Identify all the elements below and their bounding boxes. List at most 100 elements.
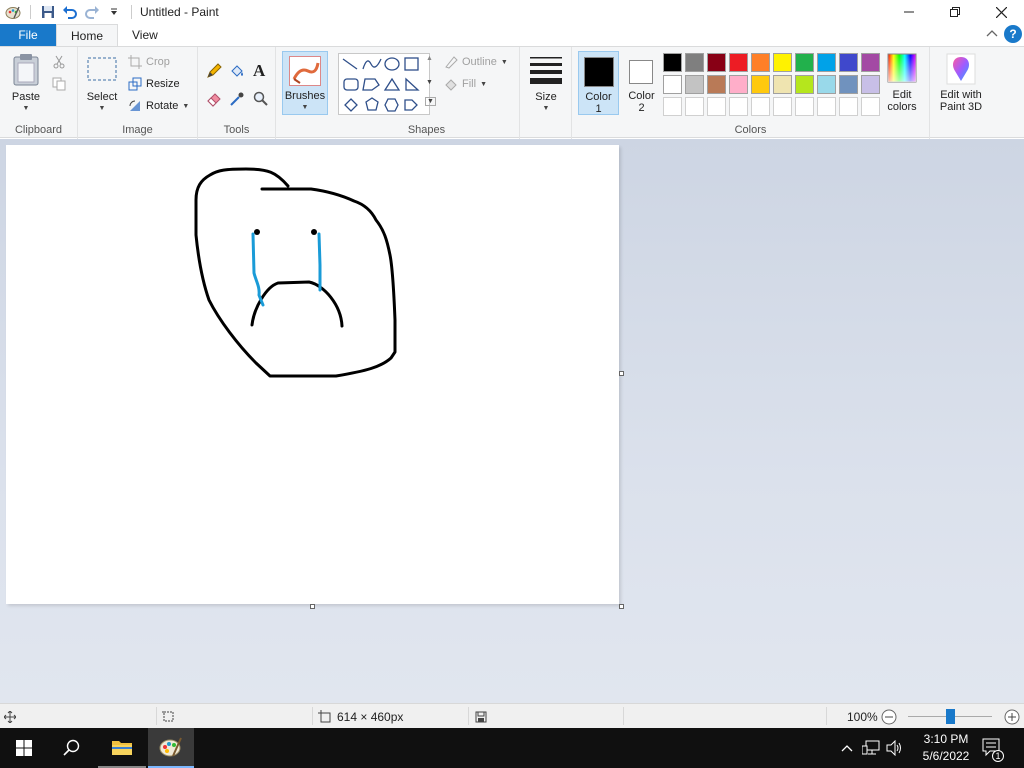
- custom-color-slot[interactable]: [795, 97, 814, 116]
- fill-label: Fill: [462, 78, 477, 90]
- zoom-out-button[interactable]: [881, 704, 897, 729]
- image-size-icon: [318, 710, 331, 723]
- custom-color-slot[interactable]: [729, 97, 748, 116]
- palette-color-swatch[interactable]: [817, 53, 836, 72]
- palette-color-swatch[interactable]: [839, 53, 858, 72]
- file-explorer-button[interactable]: [98, 728, 146, 768]
- color1-button[interactable]: Color 1: [578, 51, 619, 115]
- system-clock[interactable]: 3:10 PM 5/6/2022: [914, 731, 978, 765]
- minimize-button[interactable]: [886, 0, 932, 24]
- file-size: [475, 704, 487, 729]
- undo-icon[interactable]: [59, 1, 81, 23]
- shapes-scroll-down-icon[interactable]: ▼: [426, 79, 433, 86]
- palette-color-swatch[interactable]: [707, 75, 726, 94]
- color-picker-icon[interactable]: [229, 91, 245, 110]
- select-icon: [87, 57, 117, 81]
- custom-color-slot[interactable]: [839, 97, 858, 116]
- resize-handle-right[interactable]: [619, 371, 624, 376]
- search-icon: [63, 739, 80, 756]
- chevron-down-icon: ▼: [500, 58, 508, 66]
- shapes-expand-icon[interactable]: ▼: [425, 97, 436, 106]
- network-icon[interactable]: [860, 728, 882, 768]
- drawing-canvas[interactable]: [6, 145, 619, 604]
- select-button[interactable]: Select ▼: [82, 55, 122, 115]
- colors-group: Color 1 Color 2 Edit colors Colors: [572, 47, 930, 139]
- zoom-in-button[interactable]: [1004, 704, 1020, 729]
- custom-color-slot[interactable]: [685, 97, 704, 116]
- custom-color-slot[interactable]: [663, 97, 682, 116]
- color2-button[interactable]: Color 2: [621, 51, 662, 115]
- shapes-gallery[interactable]: [338, 53, 430, 115]
- window-title: Untitled - Paint: [140, 5, 219, 19]
- redo-icon[interactable]: [81, 1, 103, 23]
- show-hidden-icons-button[interactable]: [838, 728, 856, 768]
- palette-color-swatch[interactable]: [729, 53, 748, 72]
- palette-color-swatch[interactable]: [663, 75, 682, 94]
- chevron-down-icon: ▼: [542, 105, 550, 112]
- paste-button[interactable]: Paste ▼: [6, 53, 46, 115]
- paint3d-icon: [946, 53, 976, 85]
- pencil-icon[interactable]: [206, 63, 222, 82]
- resize-handle-corner[interactable]: [619, 604, 624, 609]
- paint-taskbar-button[interactable]: [148, 728, 194, 768]
- palette-color-swatch[interactable]: [861, 53, 880, 72]
- palette-color-swatch[interactable]: [773, 53, 792, 72]
- help-icon[interactable]: ?: [1004, 25, 1022, 43]
- edit-colors-button[interactable]: Edit colors: [880, 53, 924, 113]
- customize-quick-access-icon[interactable]: [103, 1, 125, 23]
- eraser-icon[interactable]: [206, 91, 222, 110]
- notifications-button[interactable]: 1: [980, 728, 1006, 768]
- edit-with-paint3d-button[interactable]: Edit with Paint 3D: [934, 53, 988, 113]
- palette-color-swatch[interactable]: [795, 75, 814, 94]
- text-tool-icon[interactable]: A: [253, 61, 265, 81]
- palette-color-swatch[interactable]: [707, 53, 726, 72]
- crop-button[interactable]: Crop: [128, 55, 170, 69]
- right-eye: [311, 229, 317, 235]
- size-button[interactable]: Size ▼: [526, 55, 566, 115]
- resize-button[interactable]: Resize: [128, 77, 180, 91]
- restore-button[interactable]: [932, 0, 978, 24]
- color-spectrum-icon: [887, 53, 917, 83]
- volume-icon[interactable]: [884, 728, 906, 768]
- paint-app-icon[interactable]: [2, 1, 24, 23]
- custom-color-slot[interactable]: [773, 97, 792, 116]
- start-button[interactable]: [0, 728, 48, 768]
- paint3d-label-line1: Edit with: [940, 89, 982, 101]
- rotate-button[interactable]: Rotate ▼: [128, 99, 189, 113]
- magnifier-icon[interactable]: [253, 91, 269, 110]
- palette-color-swatch[interactable]: [773, 75, 792, 94]
- brush-icon: [289, 56, 321, 86]
- palette-color-swatch[interactable]: [751, 75, 770, 94]
- outline-button[interactable]: Outline ▼: [444, 55, 508, 69]
- palette-color-swatch[interactable]: [817, 75, 836, 94]
- custom-color-slot[interactable]: [707, 97, 726, 116]
- cut-icon[interactable]: [52, 55, 66, 72]
- palette-color-swatch[interactable]: [729, 75, 748, 94]
- custom-color-slot[interactable]: [817, 97, 836, 116]
- zoom-slider-thumb[interactable]: [946, 709, 955, 724]
- fill-button[interactable]: Fill ▼: [444, 77, 487, 91]
- search-button[interactable]: [48, 728, 96, 768]
- custom-color-slot[interactable]: [751, 97, 770, 116]
- tab-view[interactable]: View: [118, 24, 172, 46]
- palette-color-swatch[interactable]: [751, 53, 770, 72]
- size-group: Size ▼: [520, 47, 572, 139]
- palette-color-swatch[interactable]: [685, 75, 704, 94]
- crop-icon: [128, 55, 142, 69]
- palette-color-swatch[interactable]: [839, 75, 858, 94]
- palette-color-swatch[interactable]: [685, 53, 704, 72]
- custom-color-slot[interactable]: [861, 97, 880, 116]
- close-button[interactable]: [978, 0, 1024, 24]
- copy-icon[interactable]: [52, 77, 66, 94]
- brushes-button[interactable]: Brushes ▼: [282, 51, 328, 115]
- save-icon[interactable]: [37, 1, 59, 23]
- collapse-ribbon-icon[interactable]: [986, 27, 998, 41]
- shapes-scroll-up-icon[interactable]: ▲: [426, 55, 433, 62]
- tab-home[interactable]: Home: [56, 24, 119, 46]
- fill-bucket-icon[interactable]: [229, 63, 245, 82]
- palette-color-swatch[interactable]: [861, 75, 880, 94]
- resize-handle-bottom[interactable]: [310, 604, 315, 609]
- tab-file[interactable]: File: [0, 24, 56, 46]
- palette-color-swatch[interactable]: [795, 53, 814, 72]
- palette-color-swatch[interactable]: [663, 53, 682, 72]
